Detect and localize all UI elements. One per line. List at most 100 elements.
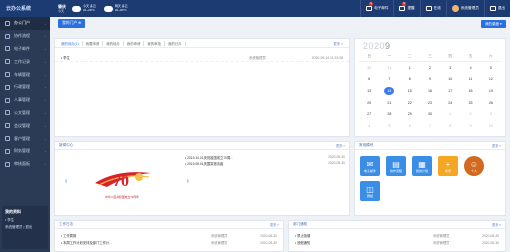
top-email[interactable]: 电子邮件 3 [360,0,393,17]
calendar-day[interactable]: 26 [481,97,501,109]
tab-done[interactable]: 我的已办 [165,40,186,46]
anniversary-banner[interactable]: 70 中华人民共和国成立70周年 [87,165,157,199]
calendar-day[interactable]: 12 [481,74,501,86]
tab-approve[interactable]: 我的审批 [144,40,165,46]
tab-todo[interactable]: 我的待办(1) [58,40,83,46]
sidebar-item-review[interactable]: 审核面板 › [0,158,50,171]
calendar-day[interactable]: 9 [460,120,480,132]
calendar-day[interactable]: 9 [420,74,440,86]
top-user[interactable]: 系统管理员 [445,0,484,17]
calendar-day[interactable]: 6 [400,120,420,132]
calendar-day[interactable]: 5 [379,120,399,132]
sidebar-item-hr[interactable]: 人事管理 › [0,94,50,107]
sidebar-item-meeting[interactable]: 会议管理 › [0,119,50,132]
calendar-day[interactable]: 23 [420,97,440,109]
calendar-day[interactable]: 19 [481,85,501,97]
calendar-day[interactable]: 5 [481,62,501,74]
quick-app-2[interactable]: ▦ 我的计划 [412,156,432,176]
sidebar-item-portal[interactable]: 办公门户 › [0,17,50,30]
profile-role[interactable]: 系统管理员 | 退出 [5,225,45,230]
weather-today-temp: 21~29°C [83,7,95,12]
table-row[interactable]: • 禁止吸烟 系统管理员 2020-08-30 [289,232,505,239]
add-portal-button[interactable]: 我的门户 ⊕ [58,18,86,28]
calendar-day[interactable]: 3 [440,62,460,74]
sidebar-item-document[interactable]: 公文管理 › [0,107,50,120]
calendar-day[interactable]: 15 [400,85,420,97]
calendar-day-number: 22 [407,100,412,105]
calendar-day[interactable]: 2 [460,108,480,120]
calendar-day[interactable]: 10 [481,120,501,132]
news-more-link[interactable]: 更多 » [336,143,345,148]
calendar-day[interactable]: 1 [400,62,420,74]
calendar-day[interactable]: 4 [460,62,480,74]
calendar-day[interactable]: 8 [440,120,460,132]
app-logo[interactable]: 云办公系统 [0,5,50,12]
calendar-day[interactable]: 21 [379,97,399,109]
sidebar-item-worklog[interactable]: 工作记录 › [0,55,50,68]
quick-app-5[interactable]: ◫ 群组 [360,181,380,201]
calendar-day-number: 5 [388,123,391,128]
tasks-more-link[interactable]: 更多 » [330,41,346,46]
calendar-day[interactable]: 16 [420,85,440,97]
list-item[interactable]: • 2019.10.01庆祝祖国成立70周... 2020-08-30 [185,154,345,160]
sidebar-item-email[interactable]: 电子邮件 › [0,43,50,56]
sidebar-item-vehicle[interactable]: 车辆管理 › [0,68,50,81]
calendar-day[interactable]: 13 [359,85,379,97]
table-row[interactable]: • 放假通知 系统管理员 2020-08-30 [289,239,505,246]
sidebar-item-workflow[interactable]: 协作流程 › [0,30,50,43]
top-reminder[interactable]: 提醒 5 [393,0,419,17]
quick-app-1[interactable]: ▤ 协作流程 [386,156,406,176]
chevron-right-icon: › [45,136,46,141]
sidebar-item-customer[interactable]: 客户管理 › [0,132,50,145]
calendar-day[interactable]: 28 [379,108,399,120]
calendar-day[interactable]: 18 [460,85,480,97]
table-row[interactable]: • 李生 系统管理员 2020-09-14 11:23:08 [55,54,349,62]
calendar-day[interactable]: 8 [400,74,420,86]
calendar-day[interactable]: 1 [440,108,460,120]
quick-app-0[interactable]: ✉ 电子邮件 [360,156,380,176]
slider-prev-icon[interactable]: ‹ [65,178,67,185]
calendar-day[interactable]: 29 [400,108,420,120]
quick-app-3[interactable]: + 新增 [438,156,458,176]
calendar-day[interactable]: 27 [359,108,379,120]
calendar-day-number: 8 [449,123,452,128]
calendar-day[interactable]: 30 [359,62,379,74]
desktop-dropdown[interactable]: 我的桌面 ▾ [481,20,506,28]
calendar-day[interactable]: 4 [359,120,379,132]
sidebar-item-finance[interactable]: 财务管理 › [0,145,50,158]
calendar-day[interactable]: 11 [460,74,480,86]
tab-handled[interactable]: 我的经办 [103,40,124,46]
profile-name[interactable]: • 李生 [5,218,45,223]
calendar-day[interactable]: 22 [400,97,420,109]
app-label: 群组 [366,193,373,198]
calendar-day[interactable]: 24 [440,97,460,109]
calendar-day[interactable]: 7 [379,74,399,86]
slider-next-icon[interactable]: › [187,178,189,185]
calendar-day-today[interactable]: 14 [379,85,399,97]
calendar-day[interactable]: 20 [359,97,379,109]
quick-app-4[interactable]: ☺ 个人 [464,156,484,176]
weekday-header: 一 [379,52,400,62]
calendar-day[interactable]: 31 [379,62,399,74]
quick-more-link[interactable]: 更多 » [492,143,501,148]
table-row[interactable]: • 本周工作计划安排及部门工作计... 系统管理员 2020-08-30 [55,239,283,246]
list-item[interactable]: • 2019.08.01庆国宴邀请函 2020-08-30 [185,160,345,166]
calendar-day-number: 9 [469,123,472,128]
calendar-day[interactable]: 2 [420,62,440,74]
calendar-day[interactable]: 10 [440,74,460,86]
sidebar-item-admin[interactable]: 行政管理 › [0,81,50,94]
calendar-day[interactable]: 7 [420,120,440,132]
tab-apply[interactable]: 我要申请 [83,40,104,46]
logout-button[interactable]: 退出 [483,0,510,17]
calendar-day[interactable]: 6 [359,74,379,86]
top-online[interactable]: 在线 [419,0,446,17]
notice-item-owner: 系统管理员 [433,234,450,238]
calendar-day[interactable]: 30 [420,108,440,120]
calendar-day[interactable]: 25 [460,97,480,109]
calendar-day[interactable]: 3 [481,108,501,120]
table-row[interactable]: • 工作周报 系统管理员 2020-08-30 [55,232,283,239]
calendar-day[interactable]: 17 [440,85,460,97]
tab-my-apply[interactable]: 我的申请 [124,40,145,46]
worklog-more-link[interactable]: 更多 » [270,222,279,227]
notice-more-link[interactable]: 更多 » [492,222,501,227]
